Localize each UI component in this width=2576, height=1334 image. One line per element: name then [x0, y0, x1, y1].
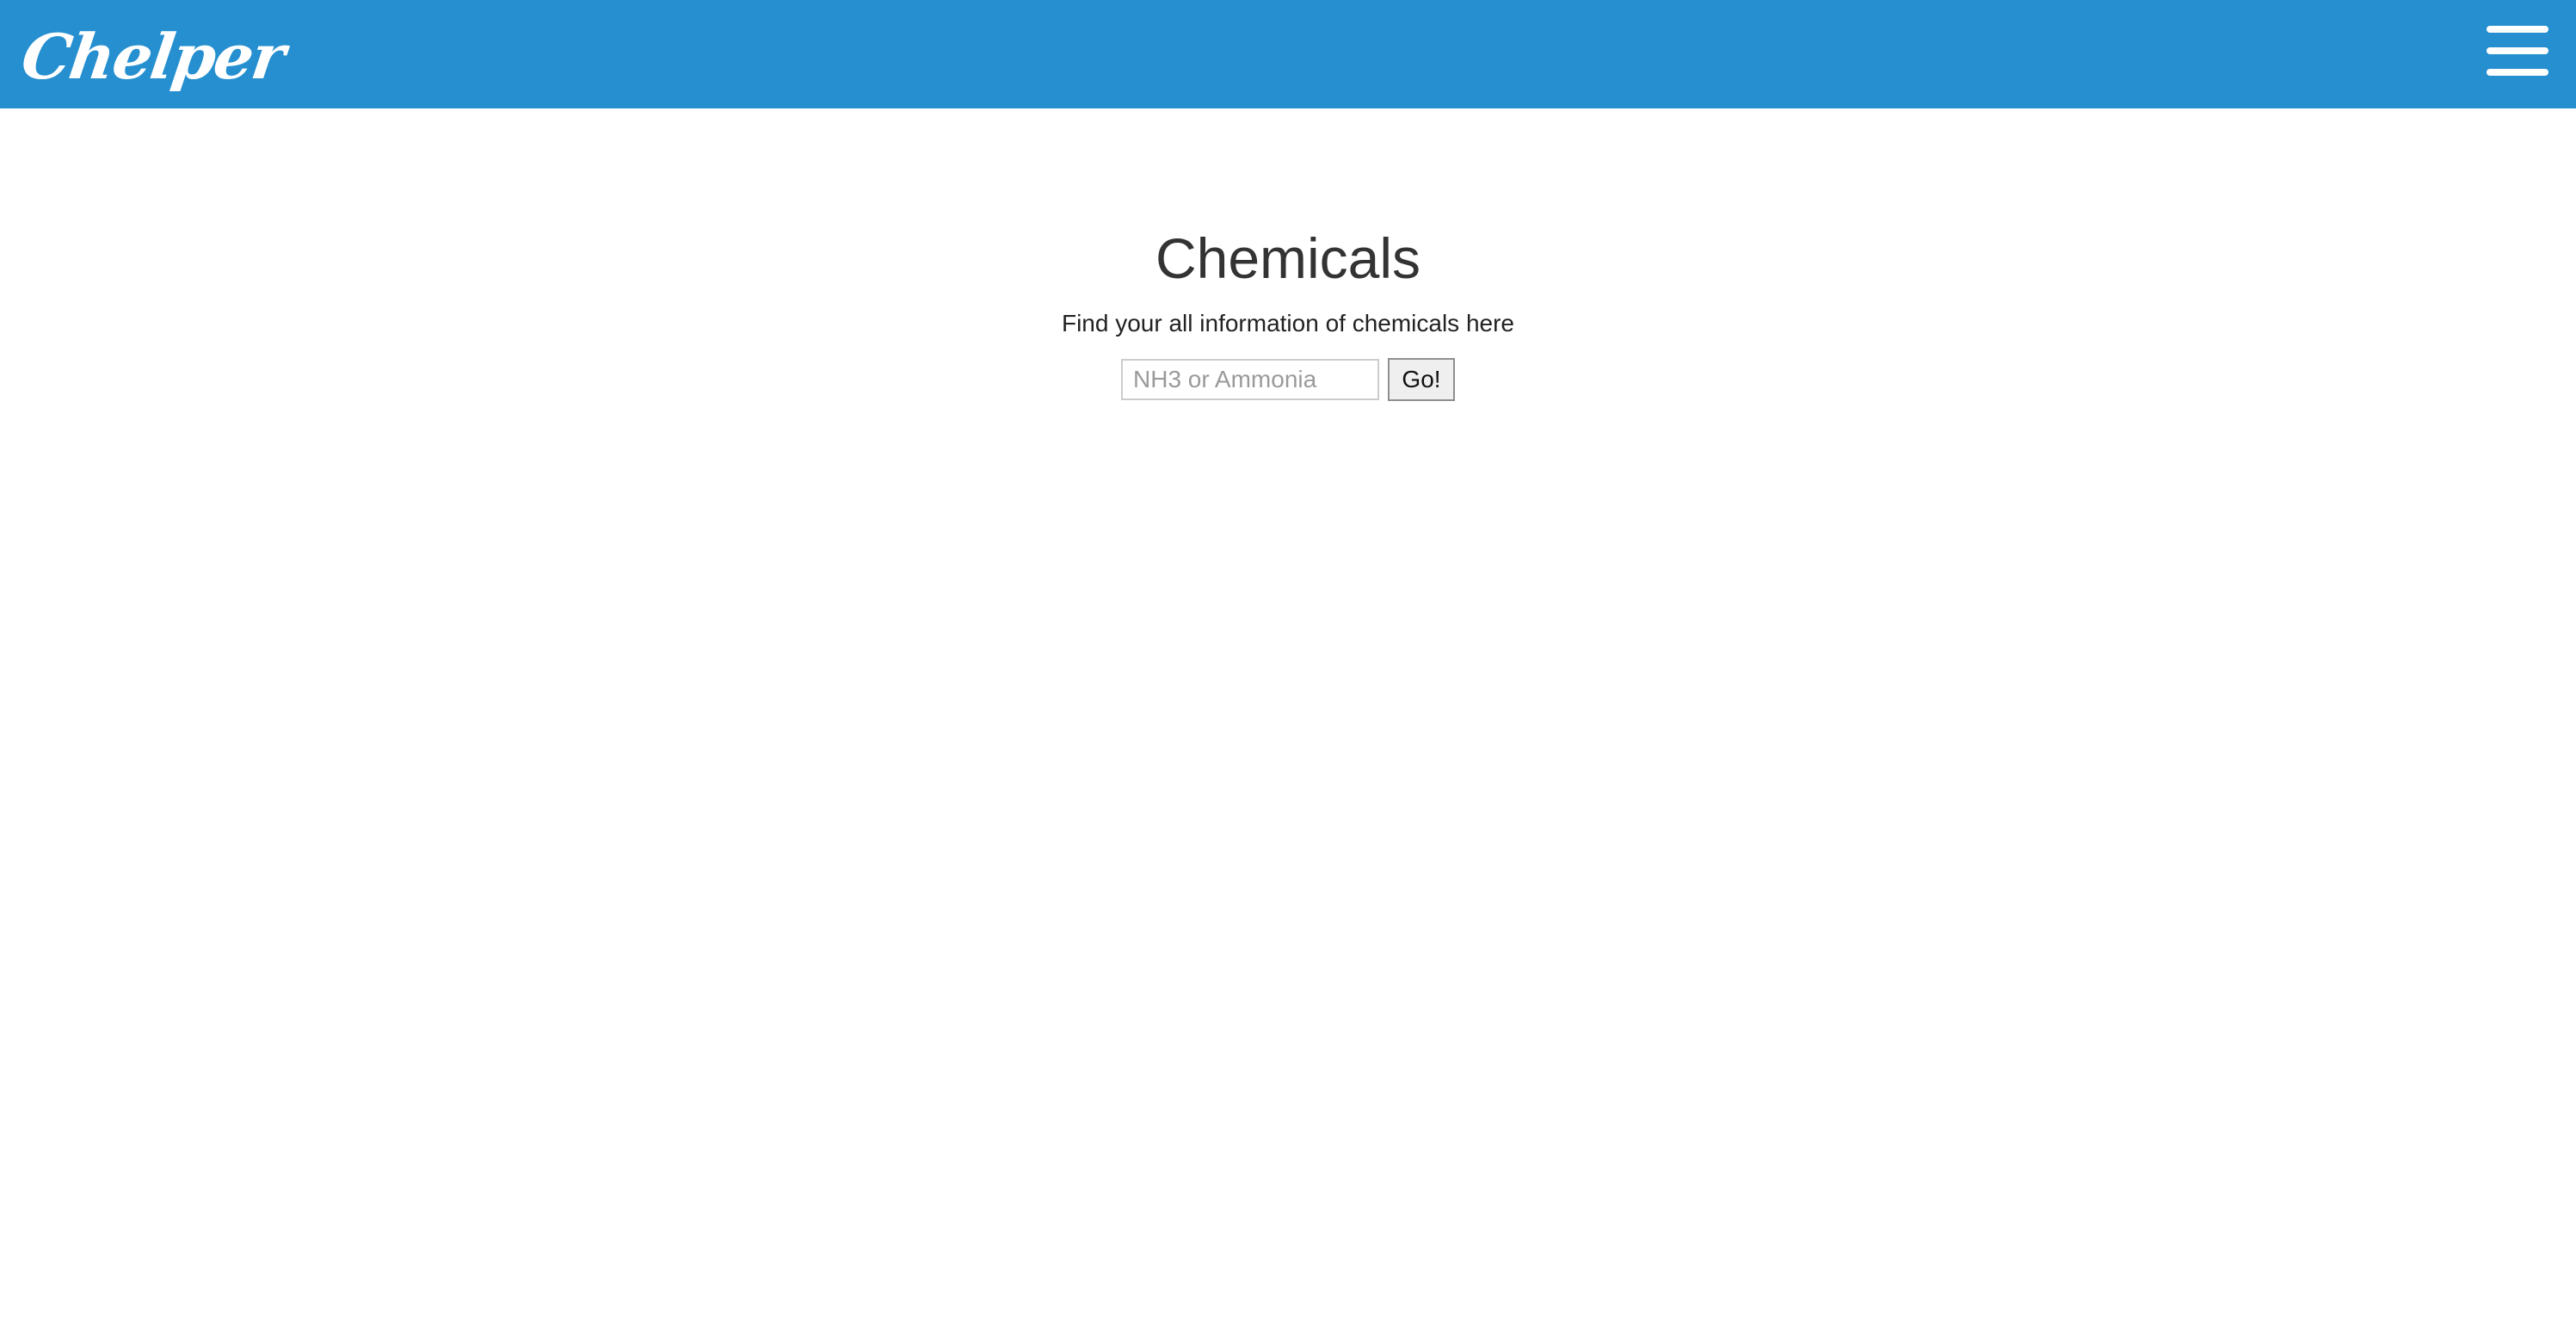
search-form: Go!: [0, 358, 2576, 401]
hamburger-menu-icon-bar: [2487, 69, 2548, 76]
hero-section: Chemicals Find your all information of c…: [0, 215, 2576, 401]
top-navbar: Chelper: [0, 0, 2576, 108]
hamburger-menu-icon-bar: [2487, 47, 2548, 54]
hamburger-menu-button[interactable]: [2487, 24, 2548, 79]
go-button[interactable]: Go!: [1388, 358, 1455, 401]
brand-logo[interactable]: Chelper: [16, 14, 289, 100]
hamburger-menu-icon: [2487, 26, 2548, 33]
page-title: Chemicals: [1155, 226, 1421, 290]
search-input[interactable]: [1121, 359, 1379, 400]
page-subtitle: Find your all information of chemicals h…: [1061, 310, 1514, 337]
